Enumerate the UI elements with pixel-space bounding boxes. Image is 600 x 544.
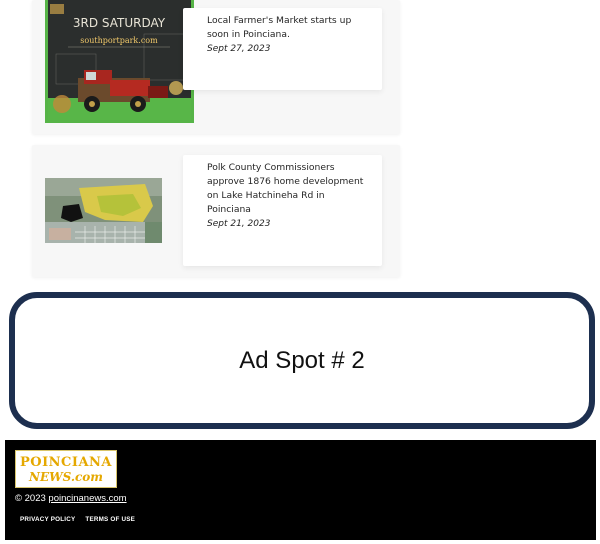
footer-logo[interactable]: POINCIANA NEWS.com	[15, 450, 117, 488]
ad-label: Ad Spot # 2	[239, 346, 365, 374]
development-map-thumbnail[interactable]	[45, 178, 162, 243]
article-date: Sept 21, 2023	[207, 219, 271, 229]
ad-spot[interactable]: Ad Spot # 2	[9, 292, 595, 429]
poster-site: southportpark.com	[80, 36, 158, 45]
article-info[interactable]: Local Farmer's Market starts up soon in …	[183, 8, 382, 90]
footer-links: PRIVACY POLICY TERMS OF USE	[20, 516, 135, 523]
article-title[interactable]: Polk County Commissioners approve 1876 h…	[207, 161, 368, 217]
article-info[interactable]: Polk County Commissioners approve 1876 h…	[183, 155, 382, 266]
copyright-notice: © 2023 poincinanews.com	[15, 493, 127, 504]
article-card[interactable]: Polk County Commissioners approve 1876 h…	[32, 145, 400, 277]
terms-of-use-link[interactable]: TERMS OF USE	[85, 516, 135, 523]
privacy-policy-link[interactable]: PRIVACY POLICY	[20, 516, 75, 523]
poster-headline: 3RD SATURDAY	[73, 16, 166, 30]
logo-text-top: POINCIANA	[19, 454, 113, 470]
copyright-site-link[interactable]: poincinanews.com	[48, 493, 126, 504]
article-card[interactable]: 3RD SATURDAY southportpark.com Local Far…	[32, 0, 400, 134]
article-date: Sept 27, 2023	[207, 44, 271, 54]
logo-text-bottom: NEWS.com	[28, 469, 103, 484]
poster-illustration: 3RD SATURDAY southportpark.com	[48, 0, 191, 120]
copyright-prefix: © 2023	[15, 493, 49, 504]
site-map-illustration	[45, 178, 162, 243]
site-footer: POINCIANA NEWS.com © 2023 poincinanews.c…	[5, 440, 596, 540]
farmers-market-poster-thumbnail[interactable]: 3RD SATURDAY southportpark.com	[45, 0, 194, 123]
article-title[interactable]: Local Farmer's Market starts up soon in …	[207, 14, 368, 42]
